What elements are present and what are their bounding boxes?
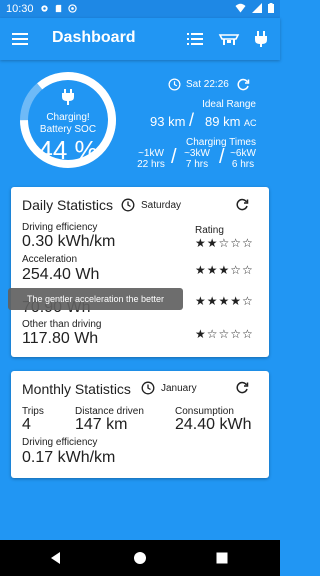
charging-status: Charging!	[46, 112, 90, 123]
trips-value: 4	[22, 416, 31, 433]
wifi-icon	[235, 3, 246, 13]
driving-efficiency-value: 0.30 kWh/km	[22, 233, 116, 250]
monthly-statistics-card: Monthly Statistics January Trips 4 Dista…	[11, 371, 269, 478]
daily-statistics-title: Daily Statistics	[22, 197, 114, 213]
rating-label: Rating	[195, 225, 224, 236]
refresh-icon[interactable]	[235, 198, 249, 212]
at-sign-icon	[68, 4, 77, 13]
ideal-range-label: Ideal Range	[202, 99, 256, 110]
regeneration-rating: ★★★★☆	[195, 294, 254, 308]
vehicle-icon[interactable]	[218, 28, 240, 50]
acceleration-value: 254.40 Wh	[22, 266, 100, 283]
refresh-icon[interactable]	[235, 381, 249, 395]
daily-statistics-card: Daily Statistics Saturday Driving effici…	[11, 187, 269, 357]
range-divider: /	[189, 110, 195, 130]
acceleration-rating: ★★★☆☆	[195, 263, 254, 277]
other-than-driving-value: 117.80 Wh	[22, 330, 99, 347]
charging-time-3kw: ~3kW 7 hrs	[184, 148, 210, 170]
other-than-driving-label: Other than driving	[22, 319, 102, 330]
status-time: 10:30	[6, 3, 34, 15]
back-icon[interactable]	[48, 550, 64, 566]
ideal-range-ac: 89 km AC	[205, 114, 257, 129]
clock-icon	[168, 78, 181, 91]
other-than-driving-rating: ★☆☆☆☆	[195, 327, 254, 341]
system-nav-bar	[0, 540, 280, 576]
distance-driven-value: 147 km	[75, 416, 128, 433]
monthly-efficiency-value: 0.17 kWh/km	[22, 449, 116, 466]
charging-divider: /	[171, 146, 177, 168]
clock-icon	[141, 381, 155, 395]
datetime: Sat 22:26	[186, 79, 229, 90]
sd-card-icon	[55, 4, 62, 13]
acceleration-label: Acceleration	[22, 254, 78, 265]
driving-efficiency-rating: ★★☆☆☆	[195, 236, 254, 250]
charging-time-1kw: ~1kW 22 hrs	[137, 148, 165, 170]
refresh-icon[interactable]	[236, 78, 250, 92]
charging-divider: /	[219, 146, 225, 168]
battery-icon	[268, 3, 274, 13]
app-bar: Dashboard	[0, 18, 280, 60]
home-icon[interactable]	[132, 550, 148, 566]
monthly-statistics-title: Monthly Statistics	[22, 381, 131, 397]
menu-icon[interactable]	[10, 29, 30, 49]
plug-icon[interactable]	[250, 28, 272, 50]
driving-efficiency-label: Driving efficiency	[22, 222, 98, 233]
recents-icon[interactable]	[214, 550, 230, 566]
clock-icon	[121, 198, 135, 212]
soc-percent: 44 %	[38, 135, 98, 165]
list-icon[interactable]	[184, 28, 206, 50]
signal-icon	[252, 3, 262, 13]
ideal-range-km: 93 km	[150, 114, 186, 129]
page-title: Dashboard	[52, 29, 136, 46]
status-bar: 10:30	[0, 0, 280, 18]
settings-icon	[41, 5, 48, 12]
charging-plug-icon	[62, 89, 74, 105]
charging-time-6kw: ~6kW 6 hrs	[230, 148, 256, 170]
monthly-month: January	[161, 383, 197, 394]
acceleration-tooltip: The gentler acceleration the better	[8, 288, 183, 310]
monthly-efficiency-label: Driving efficiency	[22, 437, 98, 448]
consumption-value: 24.40 kWh	[175, 416, 252, 433]
daily-day: Saturday	[141, 200, 182, 211]
soc-readout: Charging! Battery SOC 44 %	[18, 70, 118, 170]
